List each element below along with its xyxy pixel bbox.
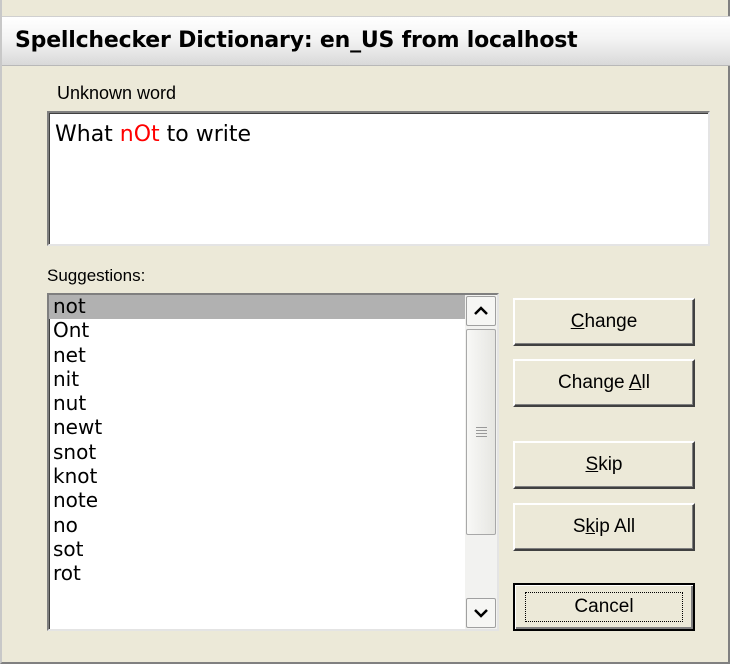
unknown-word-box[interactable]: What nOt to write [47,111,710,246]
suggestion-item[interactable]: note [49,489,467,513]
change-all-button[interactable]: Change All [513,359,695,407]
scroll-down-button[interactable] [466,598,496,628]
spellchecker-dialog: Spellchecker Dictionary: en_US from loca… [0,0,730,664]
suggestion-item[interactable]: net [49,343,467,368]
skip-button-label: Skip [585,454,623,475]
unknown-word-label: Unknown word [57,83,177,103]
cancel-button[interactable]: Cancel [513,583,695,631]
sentence-before: What [55,122,120,147]
misspelled-word: nOt [119,122,160,147]
suggestion-item[interactable]: newt [49,416,467,440]
grip-icon [476,427,487,439]
suggestion-item[interactable]: knot [49,464,467,489]
suggestion-item[interactable]: nut [49,392,467,416]
change-all-button-label: Change All [558,372,650,393]
skip-button[interactable]: Skip [513,441,695,489]
suggestion-item[interactable]: Ont [49,319,467,343]
change-button[interactable]: Change [513,298,695,346]
suggestion-item[interactable]: not [49,295,467,320]
suggestion-item[interactable]: no [49,513,467,538]
cancel-button-label: Cancel [525,592,683,622]
suggestions-items: not Ont net nit nut newt snot knot note no sot rot [49,295,467,587]
chevron-up-icon [474,306,488,315]
suggestion-item[interactable]: sot [49,537,467,562]
title-bar[interactable]: Spellchecker Dictionary: en_US from loca… [2,16,730,66]
suggestion-item[interactable]: nit [49,367,467,392]
suggestion-item[interactable]: rot [49,562,467,586]
skip-all-button[interactable]: Skip All [513,503,695,551]
change-button-label: Change [570,311,638,332]
skip-all-button-label: Skip All [572,516,636,537]
window-title: Spellchecker Dictionary: en_US from loca… [15,28,578,53]
chevron-down-icon [474,609,488,618]
suggestions-label: Suggestions: [47,266,146,285]
suggestions-list[interactable]: not Ont net nit nut newt snot knot note no sot rot [47,293,499,631]
unknown-word-sentence: What nOt to write [55,122,251,147]
suggestions-scrollbar[interactable] [465,295,497,629]
suggestion-item[interactable]: snot [49,440,467,465]
scroll-thumb[interactable] [466,329,496,535]
scroll-up-button[interactable] [466,296,496,326]
sentence-after: to write [159,122,252,147]
